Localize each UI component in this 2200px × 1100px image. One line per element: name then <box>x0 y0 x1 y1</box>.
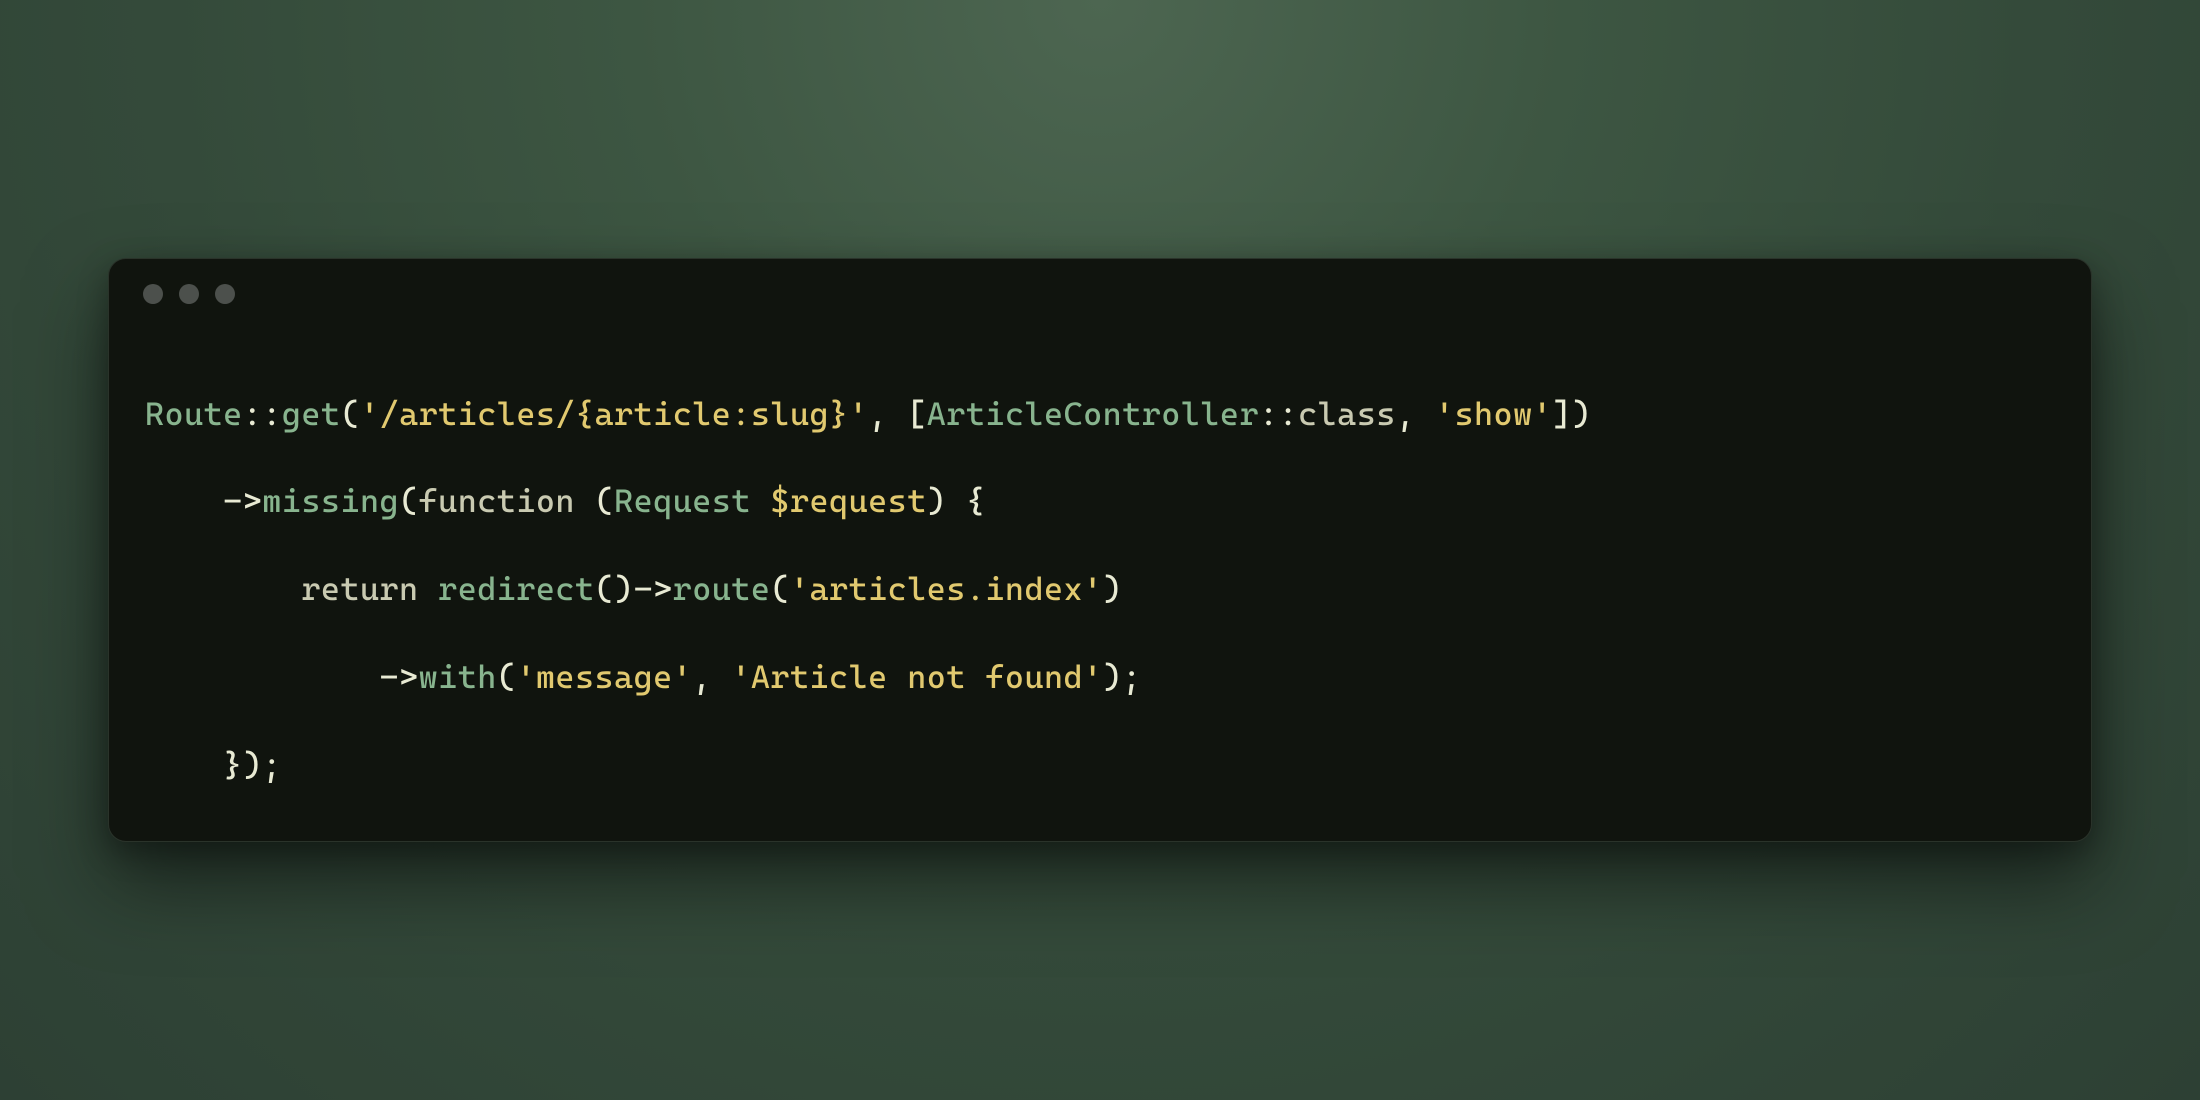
token-string: 'articles.index' <box>790 570 1103 608</box>
token-variable: $request <box>770 482 926 520</box>
code-line-1: Route::get('/articles/{article:slug}', [… <box>145 393 2055 437</box>
token-punct: , <box>1396 395 1435 433</box>
token-space <box>751 482 771 520</box>
token-space <box>419 570 439 608</box>
token-method: missing <box>262 482 399 520</box>
token-paren: ( <box>497 658 517 696</box>
code-line-3: return redirect()->route('articles.index… <box>145 568 2055 612</box>
token-keyword: return <box>301 570 418 608</box>
token-paren: ) <box>1103 570 1123 608</box>
token-brace: }); <box>145 746 282 784</box>
maximize-icon[interactable] <box>215 284 235 304</box>
token-paren: ( <box>399 482 419 520</box>
code-line-5: }); <box>145 744 2055 788</box>
token-method: route <box>673 570 771 608</box>
token-arrow: -> <box>145 482 262 520</box>
token-operator: :: <box>243 395 282 433</box>
token-punct: , [ <box>868 395 927 433</box>
code-content: Route::get('/articles/{article:slug}', [… <box>109 329 2091 842</box>
token-paren: ( <box>340 395 360 433</box>
token-paren: ]) <box>1552 395 1591 433</box>
token-punct: , <box>692 658 731 696</box>
minimize-icon[interactable] <box>179 284 199 304</box>
token-string: 'Article not found' <box>731 658 1102 696</box>
token-punct: ); <box>1103 658 1142 696</box>
token-type: Request <box>614 482 751 520</box>
token-class: ArticleController <box>927 395 1259 433</box>
code-line-4: ->with('message', 'Article not found'); <box>145 656 2055 700</box>
token-keyword: function <box>419 482 575 520</box>
code-window: Route::get('/articles/{article:slug}', [… <box>108 258 2092 843</box>
close-icon[interactable] <box>143 284 163 304</box>
token-method: get <box>282 395 341 433</box>
token-operator: :: <box>1259 395 1298 433</box>
token-paren: ( <box>575 482 614 520</box>
code-line-2: ->missing(function (Request $request) { <box>145 480 2055 524</box>
token-arrow: -> <box>145 658 419 696</box>
token-string: 'message' <box>516 658 692 696</box>
token-class: Route <box>145 395 243 433</box>
token-string: 'show' <box>1435 395 1552 433</box>
token-function: redirect <box>438 570 594 608</box>
token-paren: ( <box>770 570 790 608</box>
token-indent <box>145 570 301 608</box>
window-titlebar <box>109 259 2091 329</box>
token-keyword: class <box>1298 395 1396 433</box>
token-brace: ) { <box>927 482 986 520</box>
token-method: with <box>419 658 497 696</box>
token-string: '/articles/{article:slug}' <box>360 395 868 433</box>
token-arrow: ()-> <box>595 570 673 608</box>
